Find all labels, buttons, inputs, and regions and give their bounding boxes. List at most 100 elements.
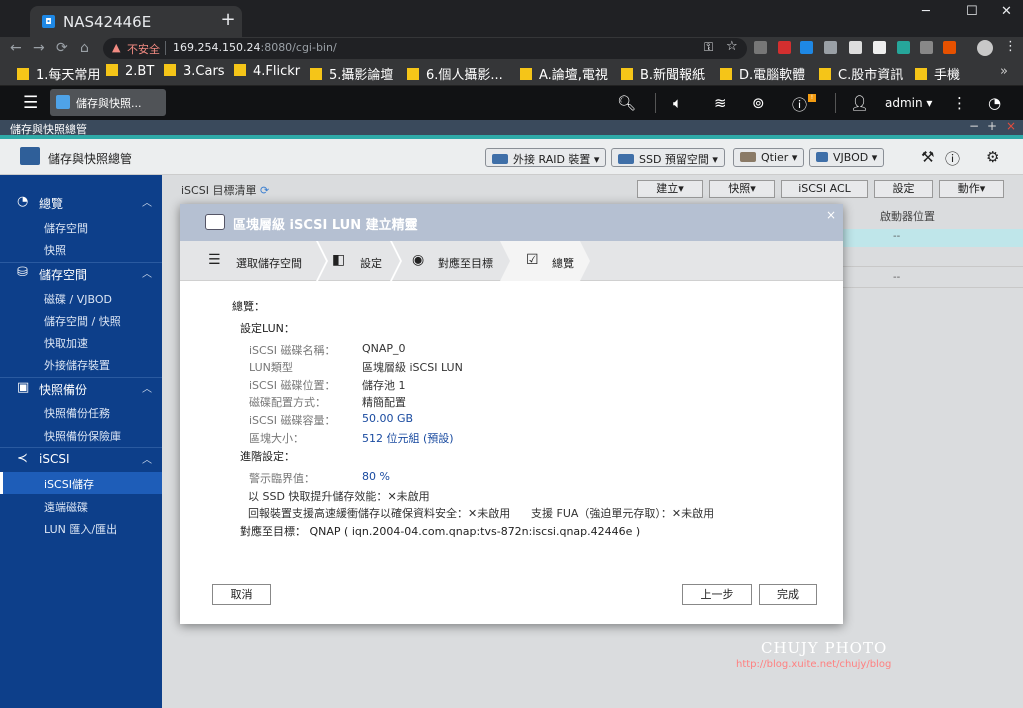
extension-icon[interactable] <box>920 41 933 54</box>
bookmark-folder[interactable]: 4.Flickr <box>234 64 300 79</box>
collapse-icon[interactable]: ︿ <box>142 194 152 209</box>
ssd-overprovisioning-button[interactable]: SSD 預留空間 ▾ <box>611 148 725 167</box>
help-icon[interactable]: ⓘ <box>945 148 960 169</box>
map-value: QNAP ( iqn.2004-04.com.qnap:tvs-872n:isc… <box>309 525 641 538</box>
iscsi-acl-button[interactable]: iSCSI ACL <box>781 180 868 198</box>
app-minimize-icon[interactable]: − <box>969 119 979 133</box>
extension-icon[interactable] <box>824 41 837 54</box>
sidebar-item-backup-vault[interactable]: 快照備份保險庫 <box>0 424 162 446</box>
sidebar-item-disks[interactable]: 磁碟 / VJBOD <box>0 287 162 309</box>
sidebar-item-backup-jobs[interactable]: 快照備份任務 <box>0 401 162 423</box>
user-menu[interactable]: admin ▾ <box>885 96 932 110</box>
omnibox[interactable]: ▲ 不安全 169.254.150.24:8080/cgi-bin/ ⚿ ☆ <box>103 38 747 59</box>
bookmark-folder[interactable]: 1.每天常用 <box>17 64 100 83</box>
minimize-icon[interactable]: ─ <box>922 4 930 19</box>
volume-icon[interactable]: 🔈︎ <box>673 94 682 112</box>
item-label: 儲存空間 <box>44 222 88 235</box>
sidebar-section-storage[interactable]: ⛁ 儲存空間 ︿ <box>0 262 162 284</box>
more-options-icon[interactable]: ⋮ <box>952 94 967 112</box>
maximize-icon[interactable]: ☐ <box>966 4 978 19</box>
bookmark-folder[interactable]: 5.攝影論壇 <box>310 64 393 83</box>
close-window-icon[interactable]: ✕ <box>1001 4 1012 19</box>
extension-icon[interactable] <box>754 41 767 54</box>
cancel-button[interactable]: 取消 <box>212 584 271 605</box>
user-icon[interactable]: 👤︎ <box>850 94 869 112</box>
collapse-icon[interactable]: ︿ <box>142 451 152 466</box>
sidebar-item-lun-import-export[interactable]: LUN 匯入/匯出 <box>0 517 162 539</box>
close-icon[interactable]: × <box>826 208 836 222</box>
sidebar-item-storage[interactable]: 儲存空間 <box>0 216 162 238</box>
main-menu-icon[interactable]: ☰ <box>23 93 38 113</box>
sidebar-section-iscsi[interactable]: ≺ iSCSI ︿ <box>0 448 162 470</box>
item-label: 儲存空間 / 快照 <box>44 315 121 328</box>
browser-tab[interactable]: ◘ NAS42446E × <box>30 6 242 37</box>
extension-icon[interactable] <box>943 41 956 54</box>
back-icon[interactable]: ← <box>10 40 22 56</box>
forward-icon[interactable]: → <box>33 40 45 56</box>
extension-icon[interactable] <box>849 41 862 54</box>
app-tab[interactable]: 儲存與快照... <box>50 89 166 116</box>
sidebar-item-external-storage[interactable]: 外接儲存裝置 <box>0 353 162 375</box>
backup-icon: ▣ <box>17 380 30 395</box>
url-host: 169.254.150.24 <box>173 41 261 54</box>
adblock-icon[interactable] <box>778 41 791 54</box>
sidebar-item-iscsi-storage[interactable]: iSCSI儲存 <box>0 472 162 494</box>
refresh-icon[interactable]: ⟳ <box>260 184 269 197</box>
event-notifications-icon[interactable]: ⓘ <box>792 94 807 115</box>
sidebar-item-storage-snapshots[interactable]: 儲存空間 / 快照 <box>0 309 162 331</box>
create-button[interactable]: 建立▾ <box>637 180 703 198</box>
bookmark-folder[interactable]: C.股市資訊 <box>819 64 903 83</box>
new-tab-button[interactable]: + <box>217 10 239 32</box>
sidebar-item-snapshot[interactable]: 快照 <box>0 238 162 260</box>
sidebar-item-remote-disk[interactable]: 遠端磁碟 <box>0 495 162 517</box>
tools-icon[interactable]: ⚒ <box>921 148 934 166</box>
collapse-icon[interactable]: ︿ <box>142 265 152 280</box>
bookmark-label: A.論壇,電視 <box>539 68 608 83</box>
field-label: iSCSI 磁碟位置： <box>249 379 336 392</box>
qtier-button[interactable]: Qtier ▾ <box>733 148 805 167</box>
bookmark-folder[interactable]: D.電腦軟體 <box>720 64 805 83</box>
settings-button[interactable]: 設定 <box>874 180 933 198</box>
background-tasks-icon[interactable]: ≋ <box>714 94 727 112</box>
app-maximize-icon[interactable]: + <box>987 119 997 133</box>
profile-avatar[interactable] <box>977 40 993 56</box>
sidebar-item-cache[interactable]: 快取加速 <box>0 331 162 353</box>
key-icon[interactable]: ⚿ <box>704 40 713 55</box>
url-text[interactable]: 169.254.150.24:8080/cgi-bin/ <box>173 41 337 54</box>
button-label: Qtier <box>761 151 789 164</box>
item-label: 快照備份任務 <box>44 407 110 420</box>
user-name: admin <box>885 96 923 110</box>
app-close-icon[interactable]: × <box>1006 119 1016 133</box>
sidebar-section-snapshot-backup[interactable]: ▣ 快照備份 ︿ <box>0 377 162 399</box>
browser-menu-icon[interactable]: ⋮ <box>1004 39 1017 54</box>
fua-value: 未啟用 <box>681 507 715 520</box>
reload-icon[interactable]: ⟳ <box>56 40 68 56</box>
extension-icon[interactable] <box>800 41 813 54</box>
field-label: LUN類型 <box>249 361 293 374</box>
settings-gear-icon[interactable]: ⚙ <box>986 148 999 166</box>
bookmark-folder[interactable]: A.論壇,電視 <box>520 64 608 83</box>
lun-settings-heading: 設定LUN： <box>240 322 295 335</box>
home-icon[interactable]: ⌂ <box>80 40 89 56</box>
bookmark-folder[interactable]: 2.BT <box>106 64 154 79</box>
table-row-selected[interactable] <box>842 229 1023 247</box>
bookmark-folder[interactable]: 3.Cars <box>164 64 225 79</box>
finish-button[interactable]: 完成 <box>759 584 817 605</box>
external-devices-icon[interactable]: ⊚ <box>752 94 765 112</box>
extension-icon[interactable] <box>873 41 886 54</box>
vjbod-button[interactable]: VJBOD ▾ <box>809 148 885 167</box>
extension-icon[interactable] <box>897 41 910 54</box>
back-button[interactable]: 上一步 <box>682 584 752 605</box>
bookmark-star-icon[interactable]: ☆ <box>726 39 738 54</box>
search-icon[interactable]: 🔍︎ <box>617 94 636 112</box>
collapse-icon[interactable]: ︿ <box>142 380 152 395</box>
sidebar-section-overview[interactable]: ◔ 總覽 ︿ <box>0 191 162 213</box>
bookmark-folder[interactable]: 6.個人攝影... <box>407 64 503 83</box>
snapshot-button[interactable]: 快照▾ <box>709 180 775 198</box>
dashboard-icon[interactable]: ◔ <box>988 94 1001 112</box>
more-bookmarks-icon[interactable]: » <box>1000 64 1008 79</box>
bookmark-folder[interactable]: B.新聞報紙 <box>621 64 705 83</box>
external-raid-button[interactable]: 外接 RAID 裝置 ▾ <box>485 148 607 167</box>
bookmark-folder[interactable]: 手機 <box>915 64 960 83</box>
action-button[interactable]: 動作▾ <box>939 180 1004 198</box>
